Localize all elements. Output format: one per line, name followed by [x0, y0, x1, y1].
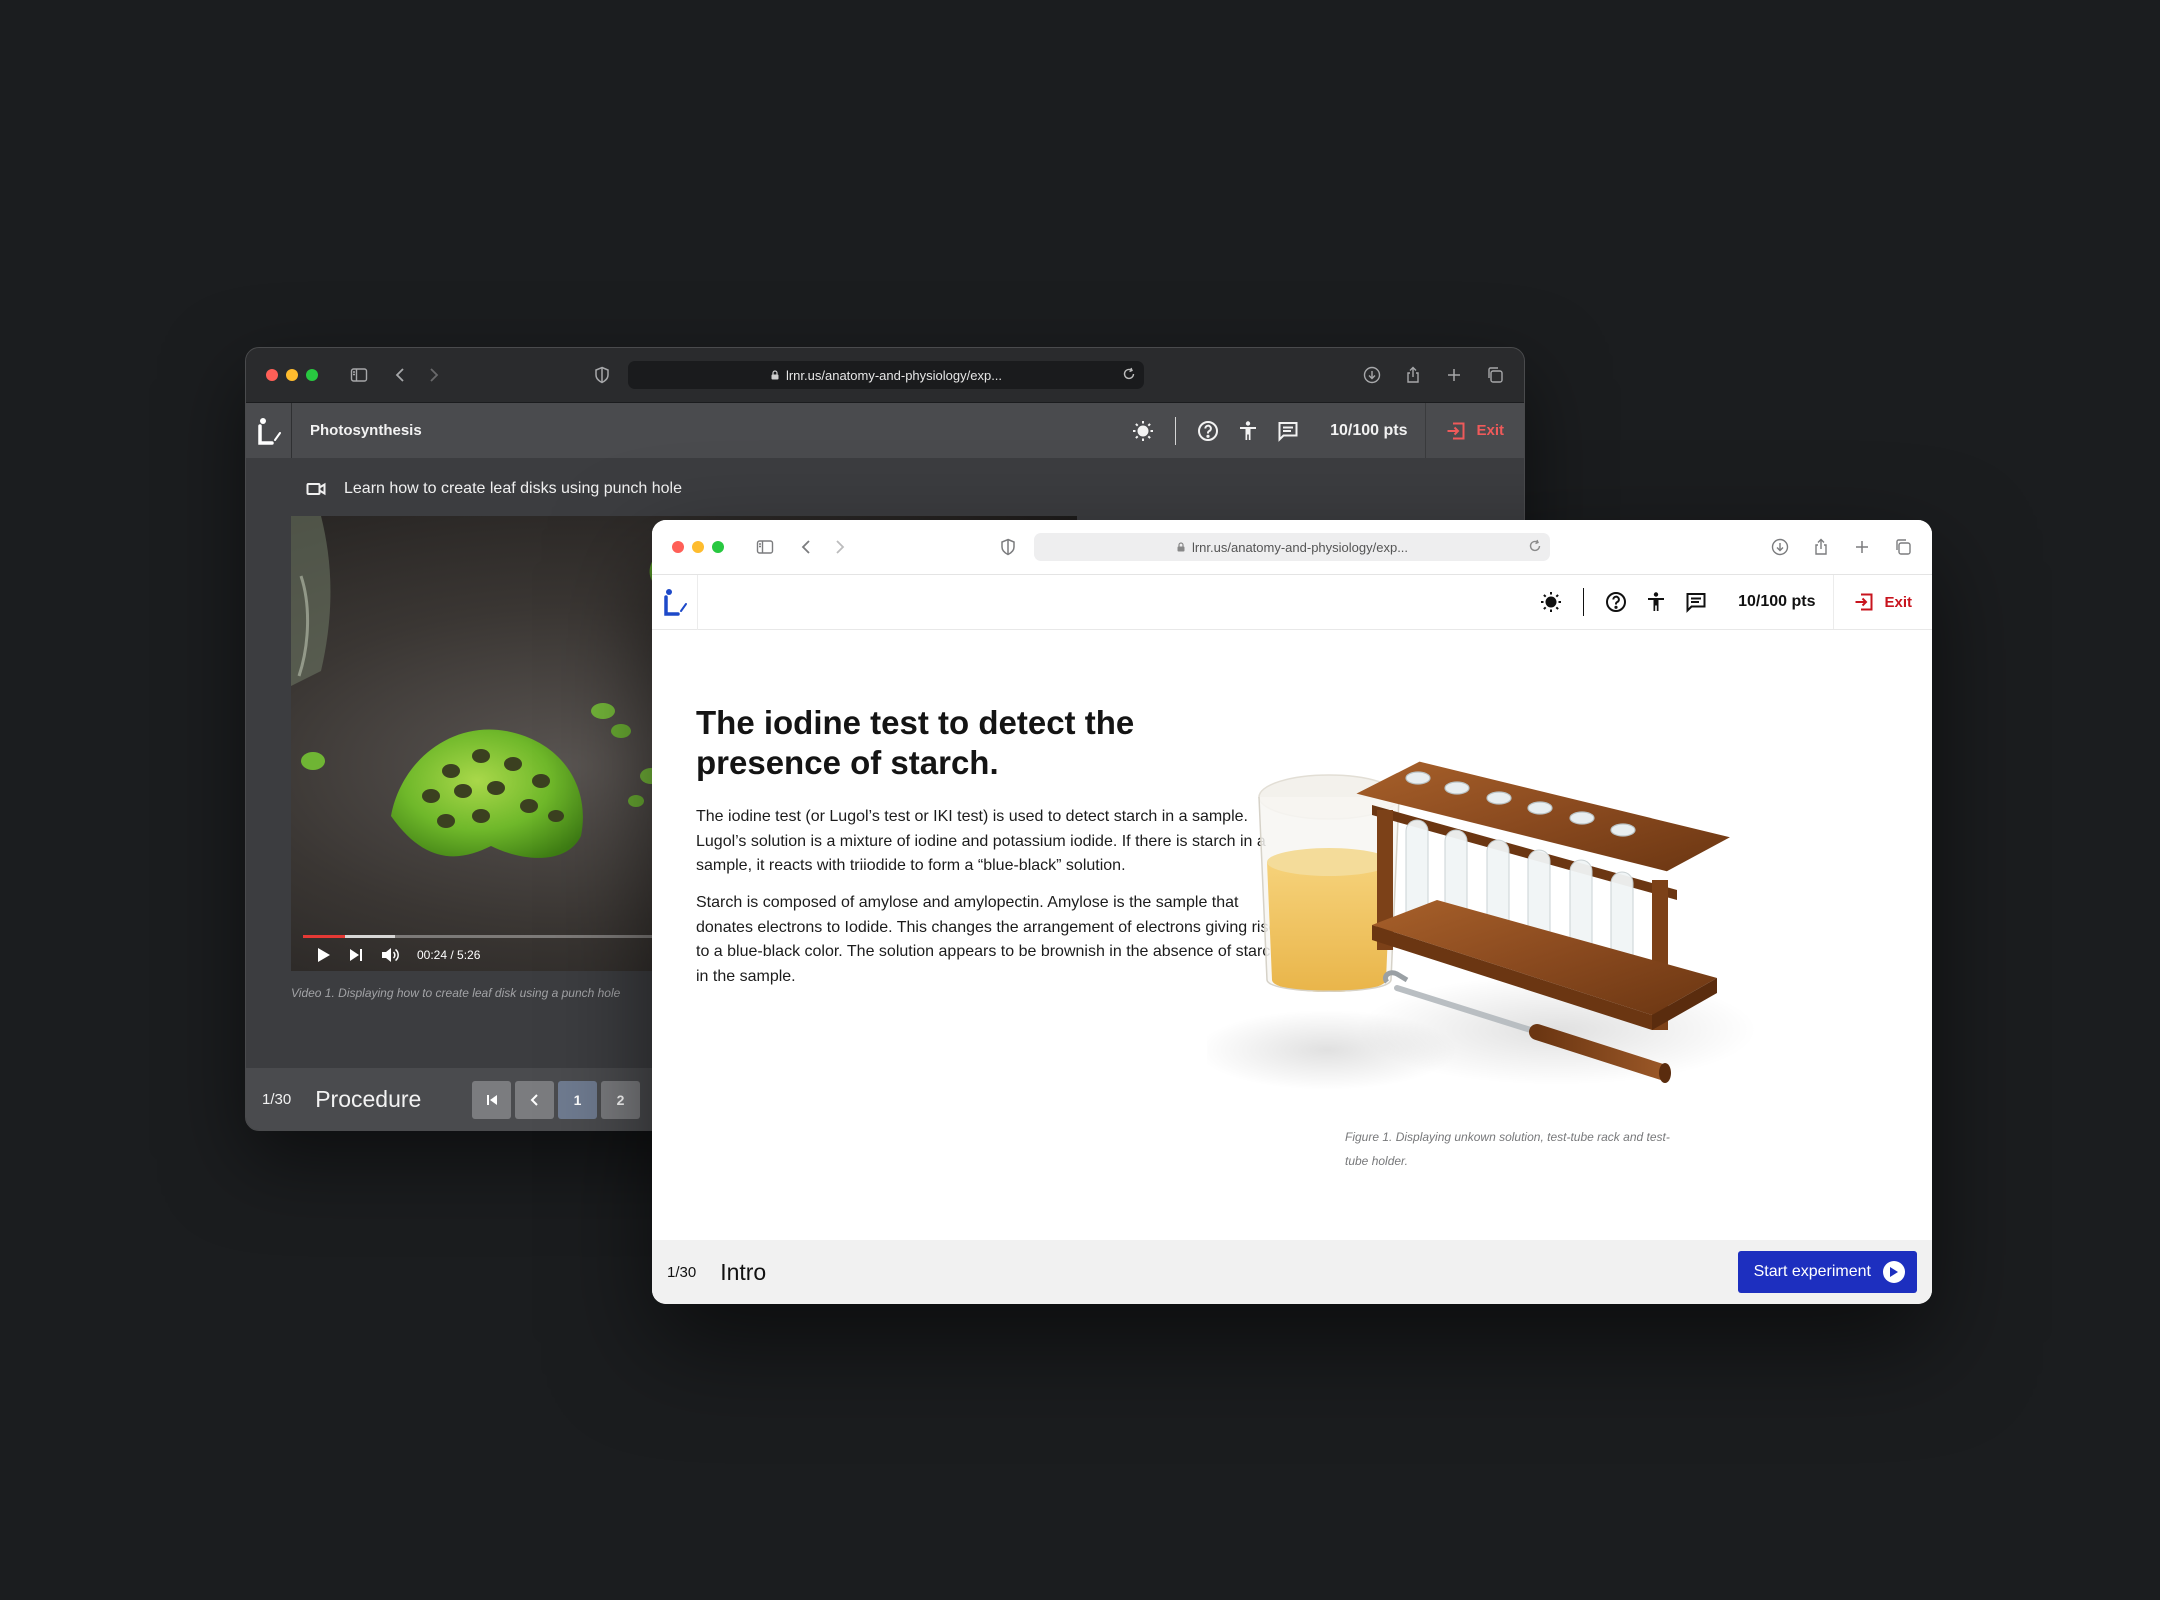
app-header-actions: 10/100 pts Exit: [1531, 575, 1932, 629]
sidebar-icon[interactable]: [754, 536, 776, 558]
accessibility-icon[interactable]: [1236, 419, 1260, 443]
shield-icon[interactable]: [997, 536, 1019, 558]
maximize-window-button[interactable]: [306, 369, 318, 381]
lock-icon: [1177, 542, 1185, 552]
window-controls: [672, 541, 724, 553]
download-icon[interactable]: [1361, 364, 1383, 386]
video-progress-fill: [303, 935, 345, 938]
section-title: Procedure: [315, 1085, 422, 1112]
first-page-button[interactable]: [472, 1081, 511, 1119]
lesson-footer: 1/30 Intro Start experiment: [652, 1240, 1932, 1304]
forward-icon[interactable]: [828, 536, 850, 558]
volume-icon[interactable]: [381, 947, 399, 963]
step-counter: 1/30: [667, 1263, 697, 1281]
article-paragraph: The iodine test (or Lugol’s test or IKI …: [696, 808, 1266, 874]
lrnr-logo[interactable]: [652, 574, 698, 630]
page-button-1[interactable]: 1: [558, 1081, 597, 1119]
video-time: 00:24 / 5:26: [417, 948, 481, 962]
header-divider: [1583, 588, 1585, 616]
step-counter: 1/30: [262, 1090, 292, 1108]
start-experiment-button[interactable]: Start experiment: [1737, 1251, 1917, 1293]
maximize-window-button[interactable]: [712, 541, 724, 553]
chat-icon[interactable]: [1276, 419, 1300, 443]
exit-button[interactable]: Exit: [1425, 403, 1524, 458]
section-title: Intro: [720, 1258, 767, 1285]
app-header-actions: 10/100 pts Exit: [1123, 403, 1524, 458]
video-camera-icon: [306, 482, 326, 496]
close-window-button[interactable]: [266, 369, 278, 381]
minimize-window-button[interactable]: [286, 369, 298, 381]
forward-icon[interactable]: [422, 364, 444, 386]
prev-page-icon: [530, 1094, 538, 1106]
back-icon[interactable]: [390, 364, 412, 386]
url-text: lrnr.us/anatomy-and-physiology/exp...: [1191, 539, 1409, 555]
address-bar[interactable]: lrnr.us/anatomy-and-physiology/exp...: [628, 361, 1144, 389]
start-experiment-label: Start experiment: [1753, 1263, 1871, 1280]
help-icon[interactable]: [1604, 590, 1628, 614]
back-icon[interactable]: [796, 536, 818, 558]
play-icon[interactable]: [317, 947, 331, 963]
video-buffer: [345, 935, 396, 938]
first-page-icon: [486, 1095, 497, 1105]
page-button-2[interactable]: 2: [601, 1081, 640, 1119]
arrow-right-circle-icon: [1883, 1261, 1905, 1283]
chat-icon[interactable]: [1684, 590, 1708, 614]
app-header: 10/100 pts Exit: [652, 574, 1932, 630]
lesson-content: The iodine test to detect the presence o…: [652, 630, 1932, 1240]
close-window-button[interactable]: [672, 541, 684, 553]
video-caption: Video 1. Displaying how to create leaf d…: [291, 986, 621, 1000]
points-display: 10/100 pts: [1738, 593, 1816, 610]
browser-actions: [1361, 364, 1506, 386]
browser-toolbar: lrnr.us/anatomy-and-physiology/exp...: [652, 520, 1932, 575]
share-icon[interactable]: [1402, 364, 1424, 386]
video-control-row: 00:24 / 5:26: [317, 947, 480, 963]
article-title: The iodine test to detect the presence o…: [696, 704, 1135, 781]
app-header: Photosynthesis 10/100 pts Exit: [246, 403, 1524, 458]
app-title: Photosynthesis: [310, 422, 422, 439]
new-tab-icon[interactable]: [1851, 536, 1873, 558]
browser-toolbar: lrnr.us/anatomy-and-physiology/exp...: [246, 348, 1524, 403]
brightness-icon[interactable]: [1539, 590, 1563, 614]
shield-icon[interactable]: [591, 364, 613, 386]
sidebar-icon[interactable]: [348, 364, 370, 386]
video-header: Learn how to create leaf disks using pun…: [306, 480, 682, 498]
address-bar[interactable]: lrnr.us/anatomy-and-physiology/exp...: [1034, 533, 1550, 561]
browser-actions: [1769, 536, 1914, 558]
tabs-overview-icon[interactable]: [1484, 364, 1506, 386]
video-title: Learn how to create leaf disks using pun…: [344, 480, 682, 497]
reload-icon[interactable]: [1528, 539, 1542, 553]
lrnr-logo[interactable]: [246, 403, 292, 458]
window-controls: [266, 369, 318, 381]
pagination: 1 2: [472, 1081, 640, 1119]
article-paragraph: Starch is composed of amylose and amylop…: [696, 894, 1280, 985]
tabs-overview-icon[interactable]: [1892, 536, 1914, 558]
exit-button[interactable]: Exit: [1833, 575, 1932, 629]
share-icon[interactable]: [1810, 536, 1832, 558]
exit-icon: [1447, 422, 1465, 439]
browser-window-front: lrnr.us/anatomy-and-physiology/exp... 10…: [652, 520, 1932, 1304]
lab-equipment-illustration: [1207, 761, 1757, 1090]
lock-icon: [771, 370, 779, 380]
exit-label: Exit: [1884, 593, 1912, 611]
minimize-window-button[interactable]: [692, 541, 704, 553]
brightness-icon[interactable]: [1131, 419, 1155, 443]
exit-label: Exit: [1476, 422, 1504, 439]
skip-next-icon[interactable]: [349, 948, 363, 962]
points-display: 10/100 pts: [1330, 421, 1408, 439]
header-divider: [1175, 416, 1177, 445]
new-tab-icon[interactable]: [1443, 364, 1465, 386]
help-icon[interactable]: [1196, 419, 1220, 443]
prev-page-button[interactable]: [515, 1081, 554, 1119]
url-text: lrnr.us/anatomy-and-physiology/exp...: [785, 367, 1003, 383]
exit-icon: [1855, 593, 1873, 611]
figure-caption: Figure 1. Displaying unkown solution, te…: [1345, 1130, 1670, 1168]
reload-icon[interactable]: [1122, 367, 1136, 381]
accessibility-icon[interactable]: [1644, 590, 1668, 614]
download-icon[interactable]: [1769, 536, 1791, 558]
